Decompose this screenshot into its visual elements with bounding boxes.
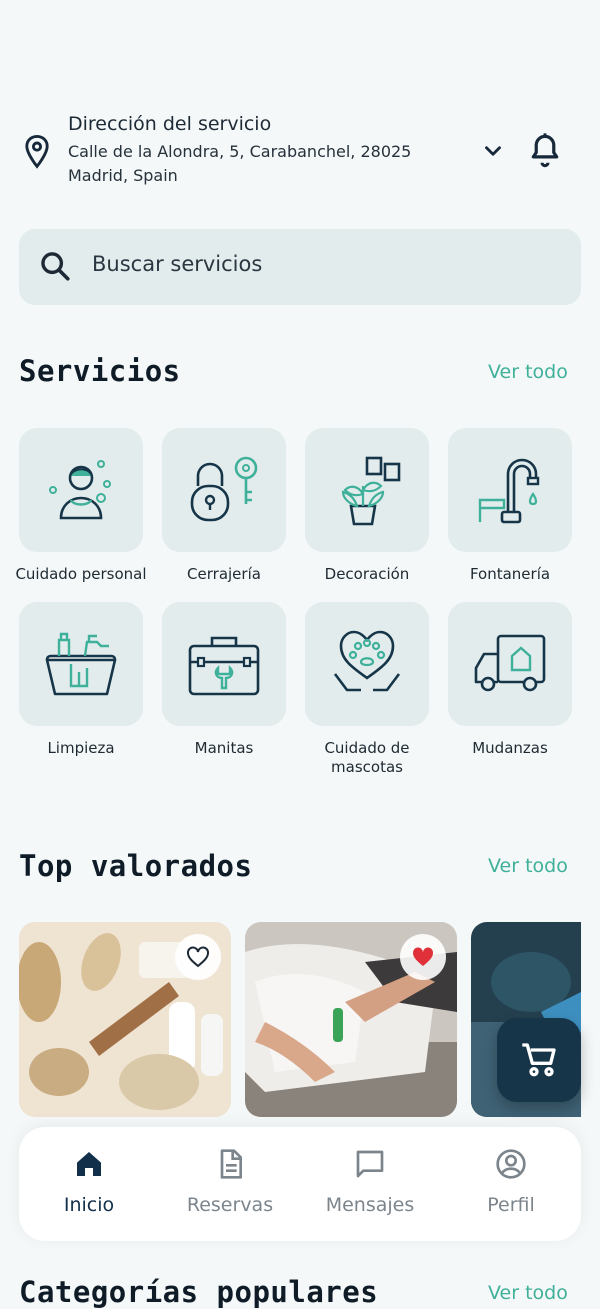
nav-item-perfil[interactable]: Perfil (441, 1148, 581, 1216)
cleaning-bucket-icon (45, 632, 117, 696)
plant-frames-icon (341, 456, 401, 526)
location-pin-icon (25, 134, 49, 169)
services-see-all-link[interactable]: Ver todo (488, 361, 568, 383)
service-tile-limpieza[interactable] (19, 602, 143, 726)
service-label: Cuidado de mascotas (324, 739, 410, 776)
favorite-button[interactable] (175, 934, 221, 980)
nav-item-inicio[interactable]: Inicio (19, 1148, 159, 1216)
search-icon (41, 252, 70, 281)
address-line[interactable]: Calle de la Alondra, 5, Carabanchel, 280… (68, 140, 468, 188)
favorite-button[interactable] (400, 934, 446, 980)
service-label: Manitas (194, 739, 254, 757)
profile-icon (496, 1149, 526, 1179)
search-input[interactable]: Buscar servicios (92, 252, 262, 276)
service-tile-fontaneria[interactable] (448, 428, 572, 552)
padlock-key-icon (190, 456, 258, 522)
document-icon (220, 1149, 242, 1179)
chat-icon (356, 1150, 384, 1178)
service-tile-mudanzas[interactable] (448, 602, 572, 726)
service-label: Fontanería (469, 565, 551, 583)
service-label: Cuidado personal (15, 565, 147, 583)
popular-categories-title: Categorías populares (19, 1275, 379, 1309)
chevron-down-icon[interactable] (480, 138, 506, 164)
home-icon (77, 1152, 101, 1176)
service-tile-manitas[interactable] (162, 602, 286, 726)
nav-item-mensajes[interactable]: Mensajes (300, 1148, 440, 1216)
service-tile-cerrajeria[interactable] (162, 428, 286, 552)
service-label: Cerrajería (187, 565, 261, 583)
nav-item-reservas[interactable]: Reservas (160, 1148, 300, 1216)
service-tile-cuidado-mascotas[interactable] (305, 602, 429, 726)
person-care-icon (49, 460, 111, 520)
top-rated-title: Top valorados (19, 849, 253, 883)
shopping-cart-icon (522, 1043, 556, 1077)
nav-item-label: Inicio (63, 1194, 115, 1216)
services-title: Servicios (19, 354, 181, 388)
cart-button[interactable] (497, 1018, 581, 1102)
service-tile-decoracion[interactable] (305, 428, 429, 552)
nav-item-label: Mensajes (325, 1194, 415, 1216)
nav-item-label: Perfil (487, 1194, 535, 1216)
heart-outline-icon (187, 946, 209, 968)
top-rated-see-all-link[interactable]: Ver todo (488, 855, 568, 877)
service-label: Limpieza (47, 739, 115, 757)
pet-heart-hands-icon (333, 630, 401, 692)
toolbox-icon (188, 636, 260, 696)
service-label: Mudanzas (472, 739, 548, 757)
faucet-icon (478, 458, 540, 524)
service-label: Decoración (324, 565, 410, 583)
heart-filled-icon (412, 947, 434, 966)
bell-icon[interactable] (527, 132, 563, 170)
nav-item-label: Reservas (186, 1194, 274, 1216)
moving-truck-icon (474, 634, 546, 692)
address-title[interactable]: Dirección del servicio (68, 113, 271, 135)
service-tile-cuidado-personal[interactable] (19, 428, 143, 552)
